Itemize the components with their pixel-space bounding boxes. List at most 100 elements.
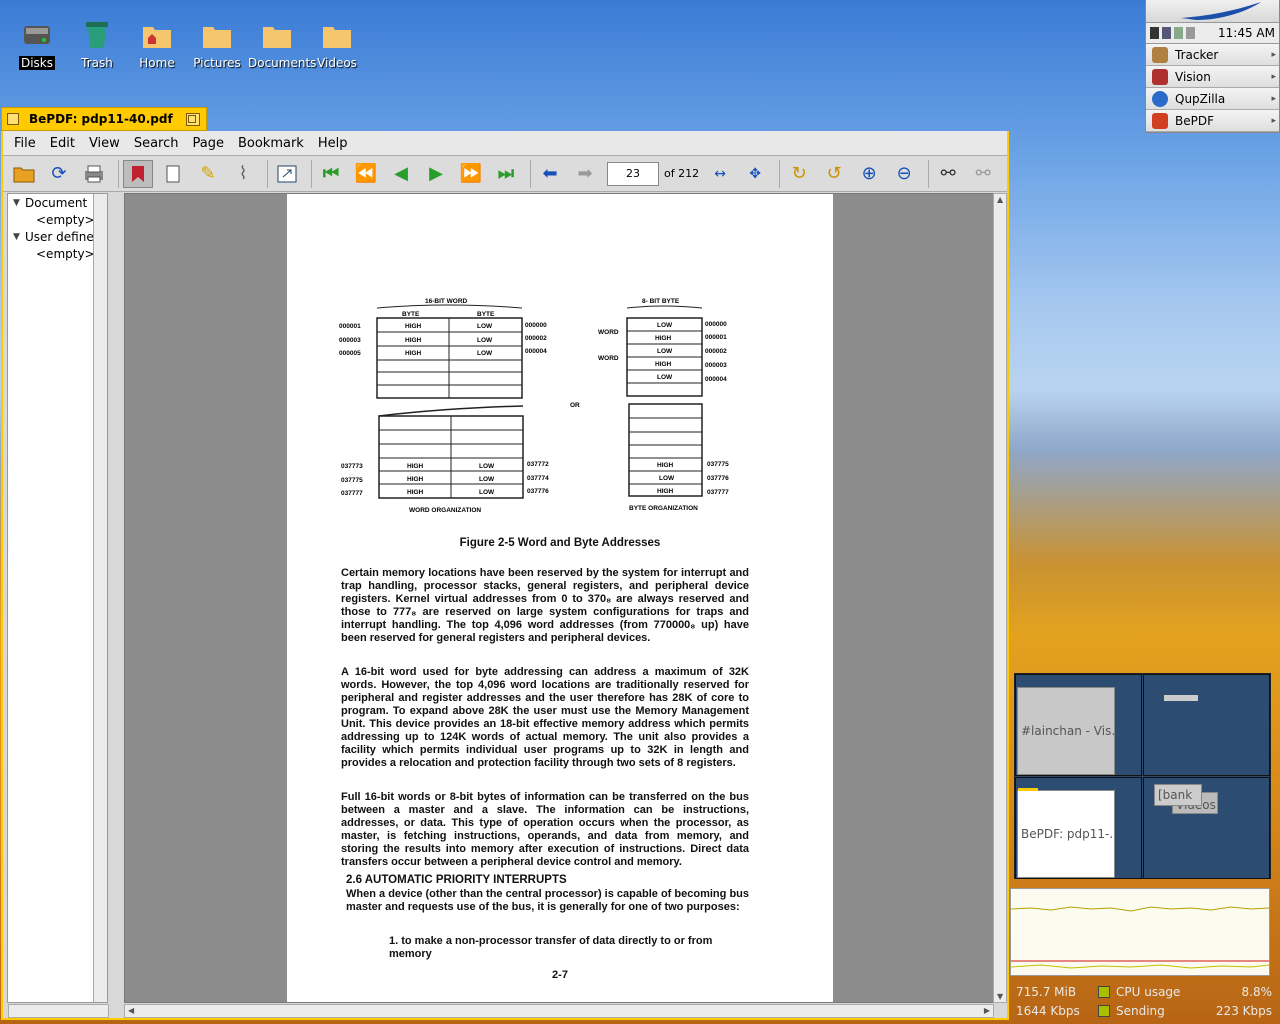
menu-file[interactable]: File <box>7 136 43 151</box>
reload-button[interactable]: ⟳ <box>44 160 74 188</box>
workspace-window[interactable]: BePDF: pdp11-... <box>1017 790 1115 878</box>
workspace-4[interactable]: Videos [bank <box>1143 777 1270 879</box>
page-number-input[interactable]: 23 <box>607 161 659 186</box>
fig-label: HIGH <box>405 350 422 357</box>
rotate-clockwise-button[interactable]: ↻ <box>784 160 814 188</box>
printer-icon <box>85 165 103 182</box>
workspace-window[interactable] <box>1164 695 1198 701</box>
rotate-counterclockwise-button[interactable]: ↺ <box>819 160 849 188</box>
zoom-out-icon: ⊖ <box>896 163 912 184</box>
desktop-icon-label: Videos <box>317 56 357 70</box>
fig-label: WORD <box>598 355 619 362</box>
scroll-down-icon[interactable]: ▼ <box>997 992 1003 1001</box>
deskbar-app-label: Tracker <box>1175 47 1219 62</box>
annotate-button[interactable]: ✎ <box>193 160 223 188</box>
desktop-icon-home[interactable]: Home <box>126 18 188 70</box>
activity-legend: 715.7 MiB CPU usage 8.8% 1644 Kbps Sendi… <box>1016 982 1278 1022</box>
deskbar-app-qupzilla[interactable]: QupZilla ▸ <box>1146 88 1279 110</box>
fullscreen-icon <box>277 165 297 182</box>
previous-page-button[interactable]: ◀ <box>386 160 416 188</box>
list-item: 1. to make a non-processor transfer of d… <box>389 935 713 960</box>
workspace-window[interactable]: [bank <box>1154 784 1202 806</box>
find-next-button[interactable]: ⚯ <box>968 160 998 188</box>
back-10-button[interactable]: ⏪ <box>351 160 381 188</box>
cpu-label: CPU usage <box>1116 984 1181 999</box>
workspace-1[interactable]: #lainchan - Vis... <box>1015 674 1142 776</box>
desktop-icon-trash[interactable]: Trash <box>66 18 128 70</box>
menu-bookmark[interactable]: Bookmark <box>231 136 311 151</box>
toolbar-separator <box>267 159 268 188</box>
fig-label: 037773 <box>341 463 363 470</box>
last-page-button[interactable]: ⏭ <box>491 160 521 188</box>
viewer-vertical-scrollbar[interactable]: ▲ ▼ <box>993 193 1007 1003</box>
chevron-right-icon: ▸ <box>1271 93 1276 104</box>
deskbar-app-label: BePDF <box>1175 113 1214 128</box>
menu-edit[interactable]: Edit <box>43 136 82 151</box>
expand-triangle-icon[interactable]: ▼ <box>8 232 25 242</box>
page-list-button[interactable] <box>158 160 188 188</box>
menu-page[interactable]: Page <box>185 136 230 151</box>
scroll-left-icon[interactable]: ◀ <box>128 1006 134 1015</box>
close-button[interactable] <box>7 113 19 125</box>
tray-icon[interactable] <box>1186 27 1195 39</box>
fig-label: LOW <box>479 489 495 496</box>
desktop-icon-disks[interactable]: Disks <box>6 18 68 70</box>
zoom-in-button[interactable]: ⊕ <box>854 160 884 188</box>
menu-help[interactable]: Help <box>311 136 355 151</box>
menubar: File Edit View Search Page Bookmark Help <box>3 131 1007 156</box>
sidebar-horizontal-scrollbar[interactable] <box>8 1004 109 1018</box>
desktop-icon-pictures[interactable]: Pictures <box>186 18 248 70</box>
forward-10-button[interactable]: ⏩ <box>456 160 486 188</box>
paperclip-icon: ⌇ <box>238 163 248 184</box>
fit-width-button[interactable]: ↔ <box>705 160 735 188</box>
desktop-icon-videos[interactable]: Videos <box>306 18 368 70</box>
tree-item-label: <empty> <box>36 212 95 227</box>
print-button[interactable] <box>79 160 109 188</box>
tray-icon[interactable] <box>1150 27 1159 39</box>
fit-page-button[interactable]: ✥ <box>740 160 770 188</box>
clock[interactable]: 11:45 AM <box>1218 26 1275 40</box>
fast-forward-icon: ⏩ <box>459 163 483 184</box>
desktop-icon-label: Home <box>139 56 175 70</box>
disks-icon <box>24 26 50 44</box>
history-forward-button[interactable]: ➡ <box>570 160 600 188</box>
deskbar-app-vision[interactable]: Vision ▸ <box>1146 66 1279 88</box>
workspace-window[interactable]: #lainchan - Vis... <box>1017 687 1115 775</box>
fullscreen-button[interactable] <box>272 160 302 188</box>
menu-view[interactable]: View <box>82 136 127 151</box>
send-value: 223 Kbps <box>1215 1003 1272 1018</box>
scroll-up-icon[interactable]: ▲ <box>997 195 1003 204</box>
memory-value: 715.7 MiB <box>1016 984 1077 999</box>
workspace-3[interactable]: BePDF: pdp11-... <box>1015 777 1142 879</box>
next-page-button[interactable]: ▶ <box>421 160 451 188</box>
bookmarks-toggle-button[interactable] <box>123 159 153 188</box>
open-file-button[interactable] <box>9 160 39 188</box>
history-back-button[interactable]: ⬅ <box>535 160 565 188</box>
haiku-logo[interactable] <box>1146 0 1279 23</box>
first-page-button[interactable]: ⏮ <box>316 160 346 188</box>
zoom-button[interactable] <box>186 112 200 126</box>
menu-search[interactable]: Search <box>127 136 186 151</box>
zoom-out-button[interactable]: ⊖ <box>889 160 919 188</box>
tray-icon[interactable] <box>1162 27 1171 39</box>
desktop-icon-documents[interactable]: Documents <box>246 18 316 70</box>
attachments-button[interactable]: ⌇ <box>228 160 258 188</box>
previous-icon: ◀ <box>394 163 408 184</box>
fig-label: 000002 <box>525 335 547 342</box>
expand-triangle-icon[interactable]: ▼ <box>8 198 25 208</box>
fig-label: HIGH <box>655 335 672 342</box>
deskbar-app-label: Vision <box>1175 69 1211 84</box>
workspaces-applet[interactable]: #lainchan - Vis... BePDF: pdp11-... Vide… <box>1014 673 1271 879</box>
sidebar-vertical-scrollbar[interactable] <box>93 194 107 1002</box>
deskbar-app-tracker[interactable]: Tracker ▸ <box>1146 44 1279 66</box>
viewer-horizontal-scrollbar[interactable]: ◀ ▶ <box>124 1004 994 1018</box>
workspace-2[interactable] <box>1143 674 1270 776</box>
activity-monitor[interactable] <box>1010 888 1270 976</box>
find-button[interactable]: ⚯ <box>933 160 963 188</box>
window-tab[interactable]: BePDF: pdp11-40.pdf <box>1 107 207 131</box>
scroll-right-icon[interactable]: ▶ <box>984 1006 990 1015</box>
tray-icon[interactable] <box>1174 27 1183 39</box>
pdf-viewer[interactable]: 16-BIT WORD BYTE BYTE HIGH LOW HIGH LOW … <box>124 193 994 1003</box>
deskbar-app-bepdf[interactable]: BePDF ▸ <box>1146 110 1279 132</box>
outline-sidebar[interactable]: ▼ Document <empty> ▼ User defined <empty> <box>7 193 109 1018</box>
